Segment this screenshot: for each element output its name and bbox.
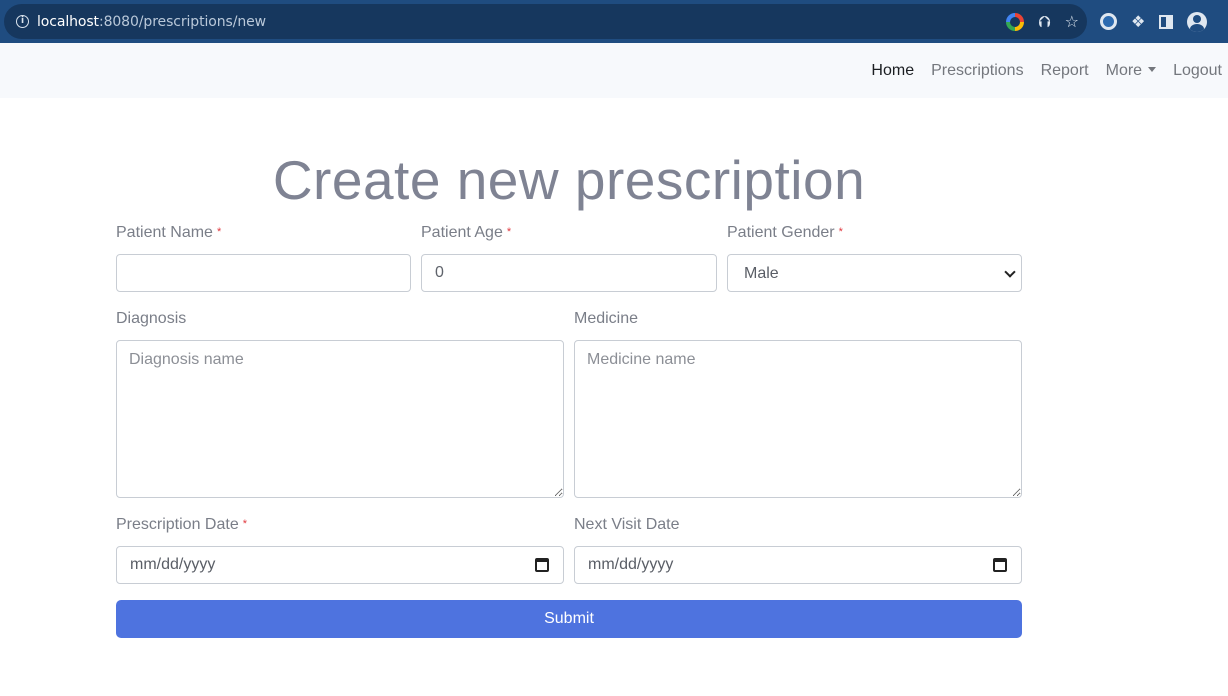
puzzle-icon[interactable]: ❖ (1131, 13, 1145, 30)
browser-toolbar: i localhost:8080/prescriptions/new ⮉ ☆ ❖ (0, 0, 1228, 43)
required-mark: * (242, 518, 247, 530)
extension-toolbar: ❖ (1100, 0, 1208, 43)
nav-prescriptions[interactable]: Prescriptions (931, 62, 1023, 80)
medicine-textarea[interactable] (574, 340, 1022, 498)
extension-ring-icon[interactable] (1100, 13, 1117, 30)
diagnosis-textarea[interactable] (116, 340, 564, 498)
patient-gender-label-text: Patient Gender (727, 224, 835, 241)
required-mark: * (216, 226, 222, 238)
patient-age-label-text: Patient Age (421, 224, 503, 241)
next-visit-date-input[interactable]: mm/dd/yyyy (574, 546, 1022, 584)
url-host: localhost (37, 13, 99, 30)
prescription-date-input[interactable]: mm/dd/yyyy (116, 546, 564, 584)
patient-gender-select[interactable]: Male (727, 254, 1022, 292)
address-bar[interactable]: i localhost:8080/prescriptions/new ⮉ ☆ (4, 4, 1087, 39)
info-icon[interactable]: i (16, 15, 29, 28)
required-mark: * (506, 226, 512, 238)
prescription-form: Create new prescription Patient Name * Pa… (0, 98, 1228, 696)
calendar-icon[interactable] (993, 558, 1007, 572)
next-visit-date-label: Next Visit Date (574, 516, 680, 533)
url-path: :8080/prescriptions/new (98, 13, 266, 30)
nav-more-label: More (1105, 61, 1143, 79)
nav-home[interactable]: Home (871, 62, 914, 80)
prescription-date-placeholder: mm/dd/yyyy (130, 556, 216, 573)
submit-button[interactable]: Submit (116, 600, 1022, 638)
patient-age-label: Patient Age * (421, 224, 511, 242)
address-bar-actions: ⮉ ☆ (1006, 4, 1079, 39)
url-text[interactable]: localhost:8080/prescriptions/new (37, 14, 266, 30)
patient-gender-label: Patient Gender * (727, 224, 843, 242)
patient-age-input[interactable] (421, 254, 717, 292)
required-mark: * (838, 226, 843, 238)
page-title: Create new prescription (272, 149, 866, 211)
profile-icon[interactable] (1187, 11, 1208, 32)
star-icon[interactable]: ☆ (1065, 13, 1079, 30)
prescription-date-label: Prescription Date * (116, 516, 247, 534)
nav-report[interactable]: Report (1041, 62, 1089, 80)
next-visit-date-placeholder: mm/dd/yyyy (588, 556, 674, 573)
nav-logout[interactable]: Logout (1173, 62, 1222, 80)
patient-name-label-text: Patient Name (116, 224, 213, 241)
patient-name-label: Patient Name * (116, 224, 221, 242)
share-icon[interactable]: ⮉ (1038, 13, 1050, 30)
diagnosis-label: Diagnosis (116, 310, 187, 327)
nav-more-dropdown[interactable]: More (1105, 61, 1157, 80)
medicine-label: Medicine (574, 310, 639, 327)
google-icon[interactable] (1006, 12, 1025, 31)
top-navbar: Home Prescriptions Report More Logout (0, 43, 1228, 98)
calendar-icon[interactable] (535, 558, 549, 572)
caret-down-icon (1148, 66, 1157, 72)
side-panel-icon[interactable] (1159, 14, 1174, 29)
prescription-date-label-text: Prescription Date (116, 516, 239, 533)
patient-name-input[interactable] (116, 254, 411, 292)
